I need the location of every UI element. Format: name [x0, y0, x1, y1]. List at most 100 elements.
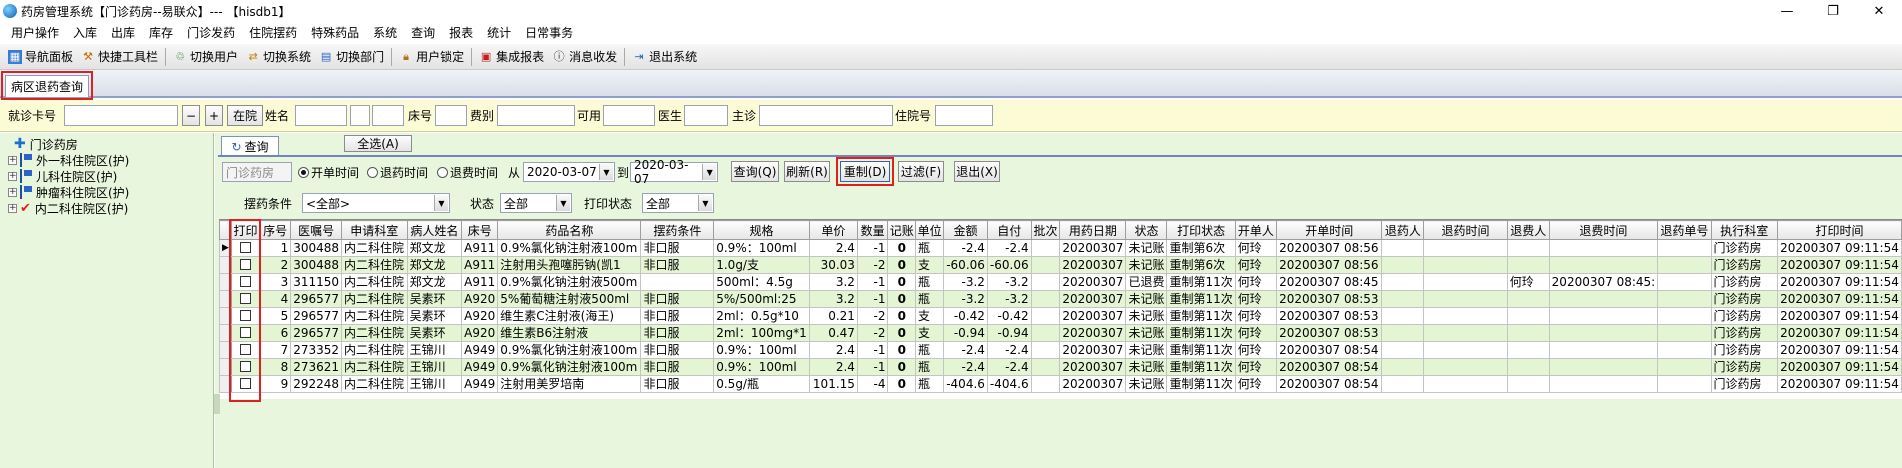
- table-row[interactable]: 5 296577 内二科住院 吴素环 A920 维生素C注射液(海王) 非口服 2ml：0.5…: [219, 307, 1902, 325]
- print-checkbox[interactable]: [240, 241, 251, 253]
- print-status-select[interactable]: 全部 ▼: [642, 193, 714, 213]
- from-date-picker[interactable]: 2020-03-07 ▼: [523, 162, 615, 182]
- nav-panel-button[interactable]: ▦ 导航面板: [4, 46, 77, 68]
- tab-query[interactable]: ↻ 查询: [221, 136, 279, 156]
- column-header[interactable]: 单价: [808, 220, 858, 240]
- bed-no-input[interactable]: [435, 105, 467, 126]
- print-checkbox-cell[interactable]: [230, 239, 261, 257]
- print-checkbox[interactable]: [240, 292, 251, 304]
- column-header[interactable]: 数量: [856, 220, 889, 240]
- expand-icon[interactable]: +: [8, 187, 17, 197]
- print-checkbox-cell[interactable]: [230, 324, 261, 342]
- restore-button[interactable]: ❐: [1810, 0, 1856, 22]
- tab-ward-return-query[interactable]: 病区退药查询: [5, 75, 89, 97]
- exit-button[interactable]: 退出(X): [954, 161, 1000, 182]
- expand-icon[interactable]: +: [8, 171, 17, 181]
- print-checkbox[interactable]: [240, 258, 251, 270]
- expand-icon[interactable]: +: [8, 155, 17, 165]
- column-header[interactable]: 退药时间: [1423, 220, 1508, 240]
- table-row[interactable]: 9 292248 内二科住院 王锦川 A949 注射用美罗培南 非口服 0.5g/瓶 101.1…: [219, 375, 1902, 393]
- plus-button[interactable]: +: [205, 105, 223, 126]
- integrated-report-button[interactable]: ▣ 集成报表: [475, 46, 548, 68]
- card-no-input[interactable]: [64, 105, 178, 126]
- print-checkbox-cell[interactable]: [230, 290, 261, 308]
- minimize-button[interactable]: —: [1764, 0, 1810, 22]
- column-header[interactable]: 用药日期: [1059, 220, 1127, 240]
- close-button[interactable]: ✕: [1856, 0, 1902, 22]
- column-header[interactable]: 医嘱号: [290, 220, 343, 240]
- exit-system-button[interactable]: ⇥ 退出系统: [628, 46, 701, 68]
- column-header[interactable]: 病人姓名: [406, 220, 463, 240]
- tree-item-internal2-ward[interactable]: + ✔ 内二科住院区(护): [8, 200, 128, 216]
- print-checkbox[interactable]: [240, 309, 251, 321]
- refresh-button[interactable]: 刷新(R): [784, 161, 830, 182]
- print-checkbox[interactable]: [240, 360, 251, 372]
- print-checkbox-cell[interactable]: [230, 273, 261, 291]
- print-checkbox[interactable]: [240, 326, 251, 338]
- main-doctor-input[interactable]: [759, 105, 893, 126]
- column-header[interactable]: 金额: [943, 220, 988, 240]
- print-checkbox[interactable]: [240, 275, 251, 287]
- menu-system[interactable]: 系统: [366, 22, 404, 44]
- column-header[interactable]: 规格: [713, 220, 810, 240]
- column-header[interactable]: 退费人: [1506, 220, 1550, 240]
- switch-dept-button[interactable]: ▤ 切换部门: [315, 46, 388, 68]
- radio-refund-time[interactable]: 退费时间: [437, 165, 498, 181]
- column-header[interactable]: 序号: [259, 220, 292, 240]
- print-checkbox-cell[interactable]: [230, 341, 261, 359]
- tree-item-oncology-ward[interactable]: + 肿瘤科住院区(护): [8, 184, 129, 200]
- fee-type-input[interactable]: [497, 105, 575, 126]
- menu-daily-affairs[interactable]: 日常事务: [518, 22, 580, 44]
- column-header[interactable]: 摆药条件: [640, 220, 715, 240]
- column-header[interactable]: 药品名称: [497, 220, 642, 240]
- doctor-input[interactable]: [684, 105, 728, 126]
- tree-item-outpatient-pharmacy[interactable]: ✚ 门诊药房: [14, 136, 78, 152]
- select-all-button[interactable]: 全选(A): [344, 135, 412, 152]
- name-input[interactable]: [295, 105, 347, 126]
- print-checkbox-cell[interactable]: [230, 256, 261, 274]
- user-lock-button[interactable]: 🔒︎ 用户锁定: [395, 46, 468, 68]
- table-row[interactable]: 7 273352 内二科住院 王锦川 A949 0.9%氯化钠注射液100m 非口服 0.9%…: [219, 341, 1902, 359]
- column-header[interactable]: 开单人: [1234, 220, 1278, 240]
- drug-return-grid[interactable]: 打印 序号 医嘱号 申请科室 病人姓名 床号 药品名称 摆药条件 规格 单价 数量 记账 单位 金额 自付批…: [219, 219, 1902, 399]
- table-row[interactable]: 6 296577 内二科住院 吴素环 A920 维生素B6注射液 非口服 2ml：100mg*…: [219, 324, 1902, 342]
- filter-button[interactable]: 过滤(F): [898, 161, 944, 182]
- column-header[interactable]: 退费时间: [1548, 220, 1659, 240]
- menu-inpatient-dispense[interactable]: 住院摆药: [242, 22, 304, 44]
- reprint-button[interactable]: 重制(D): [840, 161, 890, 182]
- column-header[interactable]: 自付: [986, 220, 1032, 240]
- print-checkbox-cell[interactable]: [230, 375, 261, 393]
- in-hospital-button[interactable]: 在院: [227, 105, 263, 126]
- menu-statistics[interactable]: 统计: [480, 22, 518, 44]
- column-header[interactable]: 床号: [461, 220, 499, 240]
- menu-stock-out[interactable]: 出库: [104, 22, 142, 44]
- menu-reports[interactable]: 报表: [442, 22, 480, 44]
- column-header[interactable]: 开单时间: [1276, 220, 1383, 240]
- radio-open-time[interactable]: 开单时间: [298, 165, 359, 181]
- column-header[interactable]: 打印时间: [1777, 220, 1902, 240]
- name-extra-input[interactable]: [350, 105, 370, 126]
- dispense-cond-select[interactable]: <全部> ▼: [302, 193, 450, 213]
- column-header[interactable]: 退药单号: [1657, 220, 1712, 240]
- column-header[interactable]: 执行科室: [1710, 220, 1779, 240]
- table-row[interactable]: 3 311150 内二科住院 郑文龙 A911 0.9%氯化钠注射液500m 500ml：4…: [219, 273, 1902, 291]
- radio-return-time[interactable]: 退药时间: [367, 165, 428, 181]
- column-header[interactable]: 打印: [230, 220, 261, 240]
- name-extra-input-2[interactable]: [372, 105, 404, 126]
- minus-button[interactable]: −: [182, 105, 200, 126]
- table-row[interactable]: 2 300488 内二科住院 郑文龙 A911 注射用头孢噻肟钠(凯1 非口服 1.0g/支 3…: [219, 256, 1902, 274]
- menu-outpatient-dispense[interactable]: 门诊发药: [180, 22, 242, 44]
- menu-query[interactable]: 查询: [404, 22, 442, 44]
- column-header[interactable]: 记账: [887, 220, 917, 240]
- panel-splitter[interactable]: [214, 394, 220, 414]
- to-date-picker[interactable]: 2020-03-07 ▼: [630, 158, 718, 186]
- expand-icon[interactable]: +: [8, 203, 17, 213]
- print-checkbox[interactable]: [240, 377, 251, 389]
- column-header[interactable]: 申请科室: [341, 220, 408, 240]
- query-button[interactable]: 查询(Q): [731, 161, 779, 182]
- print-checkbox-cell[interactable]: [230, 358, 261, 376]
- message-button[interactable]: ⓘ 消息收发: [548, 46, 621, 68]
- menu-inventory[interactable]: 库存: [142, 22, 180, 44]
- column-header[interactable]: 打印状态: [1166, 220, 1236, 240]
- print-checkbox[interactable]: [240, 343, 251, 355]
